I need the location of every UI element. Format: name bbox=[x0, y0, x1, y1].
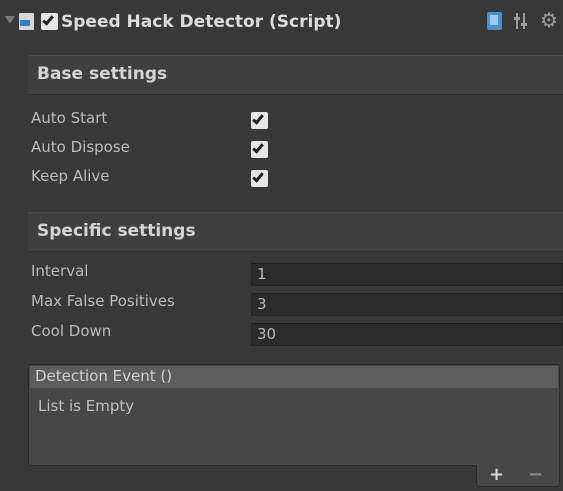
cool-down-value: 30 bbox=[257, 325, 277, 343]
auto-dispose-checkbox[interactable] bbox=[251, 141, 268, 158]
auto-dispose-label: Auto Dispose bbox=[31, 138, 130, 156]
cs-script-icon bbox=[19, 13, 34, 30]
specific-settings-title: Specific settings bbox=[37, 221, 196, 241]
base-settings-header: Base settings bbox=[28, 55, 563, 95]
auto-start-label: Auto Start bbox=[31, 109, 108, 127]
component-enable-checkbox[interactable] bbox=[41, 13, 58, 30]
keep-alive-label: Keep Alive bbox=[31, 167, 110, 185]
interval-label: Interval bbox=[31, 262, 89, 280]
add-event-button[interactable]: + bbox=[489, 466, 504, 484]
keep-alive-checkbox[interactable] bbox=[251, 170, 268, 187]
interval-field[interactable]: 1 bbox=[251, 263, 563, 286]
help-book-icon[interactable] bbox=[487, 12, 502, 30]
list-empty-text: List is Empty bbox=[38, 397, 135, 415]
max-false-positives-label: Max False Positives bbox=[31, 292, 175, 310]
foldout-arrow-icon[interactable] bbox=[5, 16, 15, 24]
detection-event-title: Detection Event () bbox=[35, 367, 173, 385]
cool-down-label: Cool Down bbox=[31, 322, 112, 340]
specific-settings-header: Specific settings bbox=[28, 212, 563, 252]
remove-event-button[interactable]: − bbox=[528, 466, 543, 484]
base-settings-title: Base settings bbox=[37, 64, 168, 84]
component-title[interactable]: Speed Hack Detector (Script) bbox=[61, 12, 341, 32]
interval-value: 1 bbox=[257, 265, 267, 283]
preset-sliders-icon[interactable] bbox=[514, 13, 528, 29]
max-false-positives-field[interactable]: 3 bbox=[251, 293, 563, 316]
max-false-positives-value: 3 bbox=[257, 295, 267, 313]
auto-start-checkbox[interactable] bbox=[251, 112, 268, 129]
detection-event-header: Detection Event () bbox=[30, 366, 558, 388]
gear-icon[interactable]: ⚙ bbox=[540, 10, 558, 30]
cool-down-field[interactable]: 30 bbox=[251, 323, 563, 346]
